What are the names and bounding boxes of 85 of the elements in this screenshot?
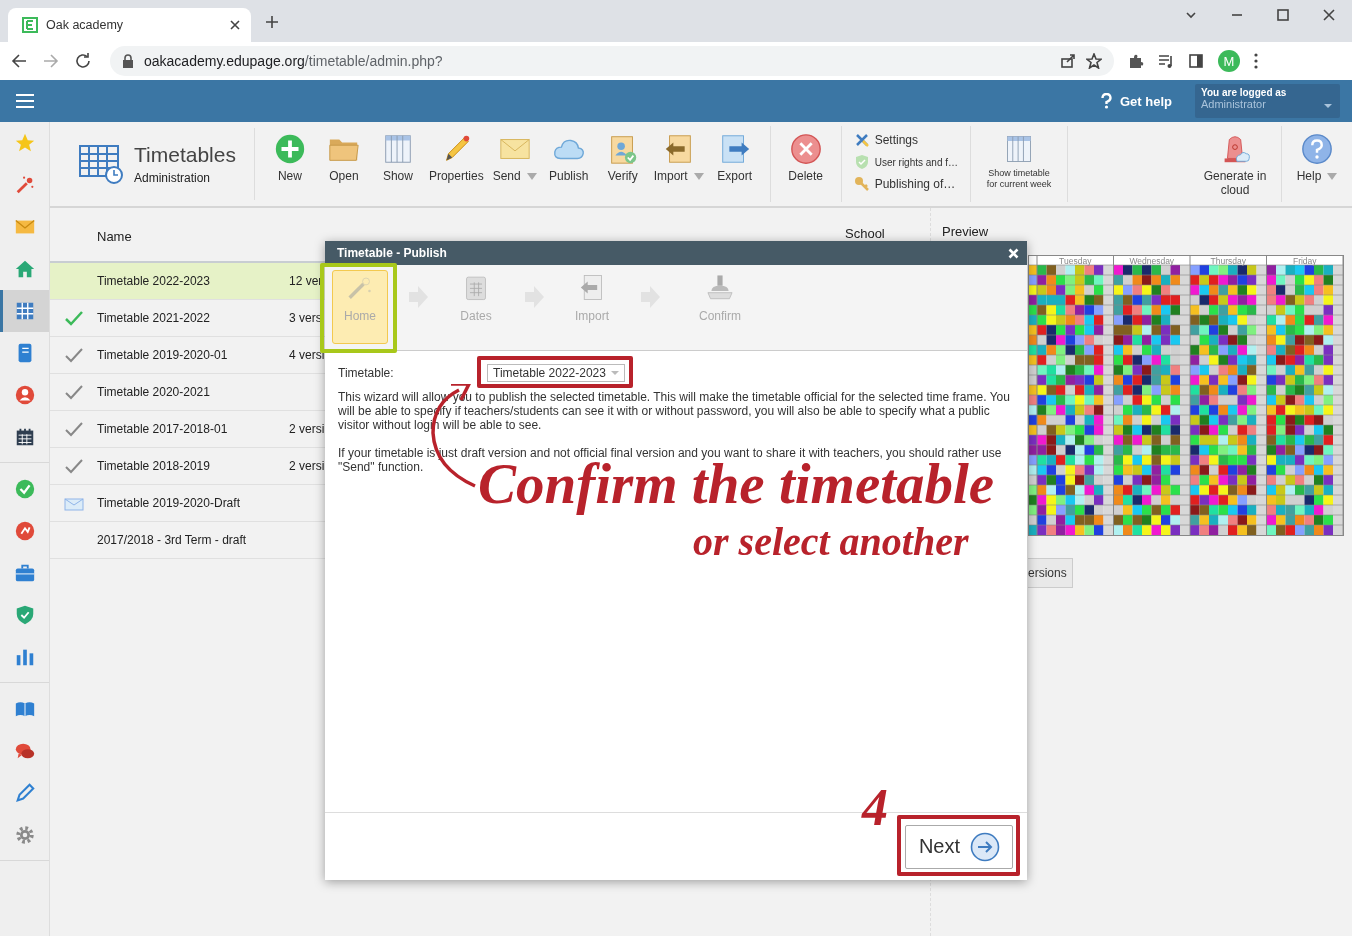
toolbar-button[interactable]: Delete: [778, 132, 833, 183]
toolbar-button[interactable]: Export: [707, 132, 762, 183]
toolbar-button[interactable]: New: [262, 132, 317, 183]
toolbar-button[interactable]: Help: [1290, 132, 1344, 183]
annotation-text: or select another: [693, 522, 969, 562]
puzzle-icon[interactable]: [1128, 53, 1144, 69]
table-cell: 2 versi: [289, 459, 325, 473]
toolbar-button[interactable]: Send: [487, 132, 542, 183]
account-menu[interactable]: You are logged as Administrator: [1195, 84, 1340, 118]
help-link[interactable]: Get help: [1101, 93, 1172, 109]
day-label: Thursday: [1210, 255, 1246, 266]
shield-icon: [853, 154, 870, 170]
share-icon[interactable]: [1060, 53, 1076, 69]
versions-button[interactable]: ersions: [1028, 558, 1073, 588]
person-icon: [13, 384, 36, 406]
day-label: Friday: [1292, 255, 1317, 266]
dropdown-caret-icon: [693, 173, 704, 180]
settings-icon: [13, 824, 36, 846]
url-text: oakacademy.edupage.org/timetable/admin.php?: [144, 53, 444, 69]
table-cell-text: Timetable 2017-2018-01: [97, 422, 229, 436]
timetable-select[interactable]: Timetable 2022-2023: [487, 364, 625, 382]
toolbar-button[interactable]: Properties: [424, 132, 488, 183]
dialog-title: Timetable - Publish: [337, 246, 447, 260]
column-header[interactable]: School: [845, 226, 885, 241]
panel-heading: Preview: [942, 224, 990, 240]
toolbar-button[interactable]: Show timetable for current week: [979, 132, 1060, 190]
new-tab-icon[interactable]: [265, 15, 279, 29]
table-cell-text: 2017/2018 - 3rd Term - draft: [97, 533, 248, 547]
table-cell-text: Timetable 2022-2023: [97, 274, 211, 288]
menu-icon[interactable]: [15, 93, 35, 109]
key-icon: [853, 176, 870, 192]
settings-icon: [853, 132, 870, 148]
lock-icon: [122, 54, 134, 68]
table-cell-text: Timetable 2020-2021: [97, 385, 211, 399]
chart-circle-icon: [13, 520, 36, 542]
side-panel-icon[interactable]: [1188, 53, 1204, 69]
bookmark-star-icon[interactable]: [1086, 53, 1102, 69]
toolbar-button[interactable]: Publish: [541, 132, 596, 183]
app-logo-icon: [22, 17, 38, 33]
sidebar-item[interactable]: [0, 290, 49, 332]
help-icon: [1300, 132, 1334, 166]
delete-icon: [788, 132, 823, 166]
toolbar-button[interactable]: Show: [370, 132, 425, 183]
next-button[interactable]: Next: [904, 824, 1013, 869]
dropdown-caret-icon: [526, 173, 537, 180]
app-subtitle: Administration: [134, 171, 212, 185]
help-icon: [1101, 93, 1112, 109]
toolbar-button[interactable]: Generate in cloud: [1197, 132, 1273, 197]
table-cell: 2 versi: [289, 422, 325, 436]
playlist-icon[interactable]: [1158, 53, 1174, 69]
dropdown-caret-icon: [1324, 104, 1332, 108]
column-header[interactable]: Name: [97, 229, 845, 244]
table-row[interactable]: Timetable 2022-2023 12 ver: [50, 263, 325, 300]
table-cell-text: Timetable 2018-2019: [97, 459, 211, 473]
annotation-number: 4: [862, 782, 888, 834]
browser-tab[interactable]: Oak academy: [8, 8, 251, 42]
address-bar[interactable]: oakacademy.edupage.org/timetable/admin.php?: [110, 46, 1114, 76]
dropdown-caret-icon: [611, 371, 619, 375]
arrow-circle-icon: [970, 831, 1000, 862]
day-label: Tuesday: [1059, 255, 1092, 266]
toolbar-button[interactable]: Open: [316, 132, 371, 183]
check-circle-icon: [13, 478, 36, 500]
day-label: Wednesday: [1129, 255, 1175, 266]
toolbar-button[interactable]: Import: [649, 132, 708, 183]
pen-icon: [13, 782, 36, 804]
back-icon[interactable]: [10, 52, 28, 70]
dropdown-caret-icon: [1327, 173, 1338, 180]
timetable-logo-icon: [78, 144, 124, 184]
table-cell-text: Timetable 2019-2020-01: [97, 348, 229, 362]
table-cell-text: Timetable 2019-2020-Draft: [97, 496, 241, 510]
toolbar-button[interactable]: Verify: [595, 132, 650, 183]
briefcase-icon: [13, 562, 36, 584]
close-icon[interactable]: [229, 19, 241, 31]
table-cell-text: 12 ver: [289, 274, 324, 288]
table-cell-text: Timetable 2021-2022: [97, 311, 211, 325]
forward-icon[interactable]: [42, 52, 60, 70]
toolbar-button[interactable]: Settings: [849, 132, 963, 148]
toolbar-button[interactable]: User rights and f…: [849, 154, 963, 170]
reload-icon[interactable]: [74, 52, 92, 70]
table-cell: 4 versi: [289, 348, 325, 362]
app-title: Timetables: [134, 143, 236, 167]
home-icon: [13, 258, 36, 280]
more-icon[interactable]: [1254, 53, 1258, 69]
field-label: Timetable:: [338, 366, 395, 380]
toolbar-button[interactable]: Publishing of…: [849, 176, 963, 192]
